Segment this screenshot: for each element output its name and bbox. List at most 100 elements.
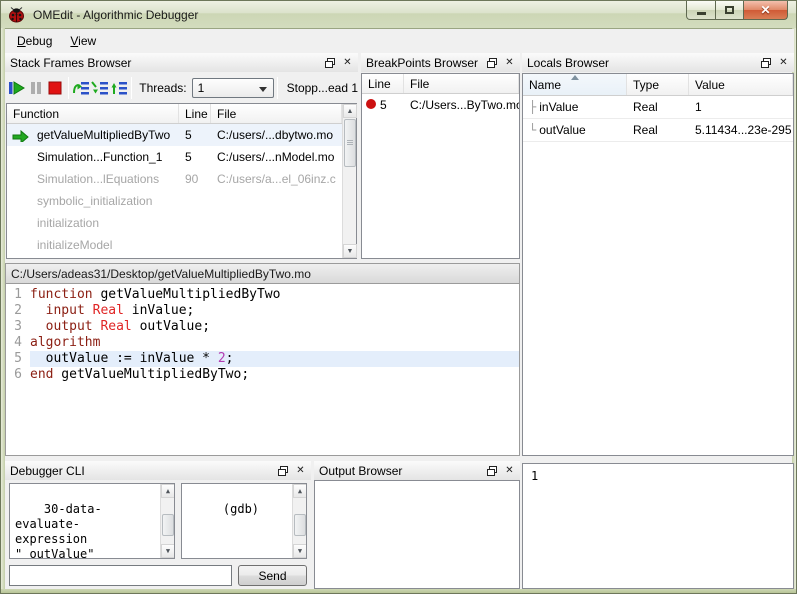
minimize-icon <box>696 12 706 15</box>
stack-frame-function: initialization <box>37 216 100 230</box>
local-value: 1 <box>695 100 702 114</box>
table-row[interactable]: initialization <box>7 212 342 234</box>
stack-frames-title: Stack Frames Browser <box>10 55 132 70</box>
breakpoints-table: Line File 5 C:/Users...ByTwo.mo <box>361 73 520 259</box>
window-titlebar[interactable]: OMEdit - Algorithmic Debugger ✕ <box>1 1 796 29</box>
close-icon[interactable]: ✕ <box>340 56 355 70</box>
float-icon[interactable] <box>484 464 499 478</box>
code-text: input Real inValue; <box>45 303 195 318</box>
float-icon[interactable] <box>758 56 773 70</box>
step-return-icon[interactable] <box>109 75 128 100</box>
output-browser-content[interactable] <box>314 480 520 589</box>
threads-dropdown[interactable]: 1 <box>191 77 274 98</box>
scrollbar-grip <box>347 140 353 146</box>
column-header-file[interactable]: File <box>404 74 519 93</box>
cli-response-log[interactable]: (gdb) ▲ ▼ <box>181 483 307 559</box>
close-icon[interactable]: ✕ <box>776 56 791 70</box>
column-header-file[interactable]: File <box>211 104 342 123</box>
stack-frame-file: C:/users/...nModel.mo <box>217 150 335 164</box>
code-text: algorithm <box>30 335 101 350</box>
line-number: 4 <box>6 335 30 351</box>
send-button[interactable]: Send <box>238 565 307 586</box>
chevron-down-icon <box>258 86 267 92</box>
cli-log-scrollbar[interactable]: ▲ ▼ <box>160 484 174 558</box>
threads-value: 1 <box>197 80 205 95</box>
table-row[interactable]: 5 C:/Users...ByTwo.mo <box>362 94 519 116</box>
locals-header: Name Type Value <box>523 74 793 96</box>
step-into-icon[interactable] <box>91 75 110 100</box>
locals-table: Name Type Value ├ inValue Real 1 └ outValue Re… <box>522 73 794 456</box>
tree-branch-icon: ├ <box>529 100 537 114</box>
column-header-function[interactable]: Function <box>7 104 179 123</box>
local-type: Real <box>633 123 658 137</box>
close-icon[interactable]: ✕ <box>502 56 517 70</box>
stack-frames-header: Function Line File <box>7 104 342 124</box>
stack-frame-file: C:/users/a...el_06inz.c <box>217 172 336 186</box>
window-title: OMEdit - Algorithmic Debugger <box>33 7 199 22</box>
stack-frames-rows: getValueMultipliedByTwo 5 C:/users/...dbyt… <box>7 124 342 256</box>
toolbar-separator <box>276 76 278 99</box>
scrollbar-thumb[interactable] <box>162 514 174 536</box>
line-number: 3 <box>6 319 30 335</box>
close-icon[interactable]: ✕ <box>293 464 308 478</box>
scroll-up-icon[interactable]: ▲ <box>161 484 174 498</box>
column-header-line[interactable]: Line <box>179 104 211 123</box>
breakpoints-header: Line File <box>362 74 519 94</box>
pause-icon[interactable] <box>27 75 46 100</box>
minimize-button[interactable] <box>686 1 716 20</box>
debugger-cli-title: Debugger CLI <box>10 463 85 478</box>
stack-frames-titlebar: Stack Frames Browser ✕ <box>5 53 358 72</box>
locals-rows: ├ inValue Real 1 └ outValue Real 5.11434...23e-… <box>523 96 793 142</box>
cli-command-log[interactable]: 30-data-evaluate- expression "_outValue"… <box>9 483 175 559</box>
table-row[interactable]: ├ inValue Real 1 <box>523 96 793 119</box>
column-header-name[interactable]: Name <box>523 74 627 95</box>
close-icon[interactable]: ✕ <box>502 464 517 478</box>
stop-icon[interactable] <box>46 75 65 100</box>
table-row[interactable]: getValueMultipliedByTwo 5 C:/users/...dbyt… <box>7 124 342 146</box>
step-over-icon[interactable] <box>72 75 91 100</box>
stack-frame-function: symbolic_initialization <box>37 194 153 208</box>
scroll-down-icon[interactable]: ▼ <box>343 244 357 258</box>
resume-icon[interactable] <box>8 75 27 100</box>
breakpoint-line: 5 <box>362 98 404 112</box>
scrollbar-thumb[interactable] <box>294 514 306 536</box>
scroll-up-icon[interactable]: ▲ <box>343 104 357 118</box>
scroll-down-icon[interactable]: ▼ <box>293 544 306 558</box>
float-icon[interactable] <box>275 464 290 478</box>
breakpoints-titlebar: BreakPoints Browser ✕ <box>361 53 520 72</box>
stack-frame-line: 5 <box>185 128 192 142</box>
stack-frame-function: Simulation...lEquations <box>37 172 160 186</box>
stack-frame-line: 90 <box>185 172 199 186</box>
window-controls: ✕ <box>686 1 788 20</box>
code-editor[interactable]: 1 function getValueMultipliedByTwo 2 input… <box>5 284 520 456</box>
cli-response-scrollbar[interactable]: ▲ ▼ <box>292 484 306 558</box>
column-header-value[interactable]: Value <box>689 74 793 95</box>
close-button[interactable]: ✕ <box>744 1 788 20</box>
float-icon[interactable] <box>484 56 499 70</box>
menu-item-debug[interactable]: Debug <box>8 31 61 51</box>
output-browser-title: Output Browser <box>319 463 403 478</box>
scroll-up-icon[interactable]: ▲ <box>293 484 306 498</box>
scrollbar-thumb[interactable] <box>344 119 356 167</box>
cli-command-input[interactable] <box>9 565 232 586</box>
float-icon[interactable] <box>322 56 337 70</box>
column-header-type[interactable]: Type <box>627 74 689 95</box>
table-row[interactable]: initializeModel <box>7 234 342 256</box>
table-row[interactable]: symbolic_initialization <box>7 190 342 212</box>
debugger-cli-titlebar: Debugger CLI ✕ <box>5 461 311 480</box>
local-name: └ outValue <box>529 123 586 137</box>
close-icon: ✕ <box>760 3 771 17</box>
stack-frame-function: initializeModel <box>37 238 113 252</box>
threads-control: Threads: 1 <box>139 77 274 98</box>
column-header-line[interactable]: Line <box>362 74 404 93</box>
scroll-down-icon[interactable]: ▼ <box>161 544 174 558</box>
table-row[interactable]: └ outValue Real 5.11434...23e-295 <box>523 119 793 142</box>
table-row[interactable]: Simulation...Function_1 5 C:/users/...nMod… <box>7 146 342 168</box>
tree-branch-icon: └ <box>529 123 537 137</box>
locals-value-preview[interactable]: 1 <box>522 463 794 589</box>
menu-item-view[interactable]: View <box>61 31 105 51</box>
toolbar-separator <box>67 76 69 99</box>
table-row[interactable]: Simulation...lEquations 90 C:/users/a...el… <box>7 168 342 190</box>
maximize-button[interactable] <box>716 1 744 20</box>
stack-frames-scrollbar[interactable]: ▲ ▼ <box>342 104 357 258</box>
